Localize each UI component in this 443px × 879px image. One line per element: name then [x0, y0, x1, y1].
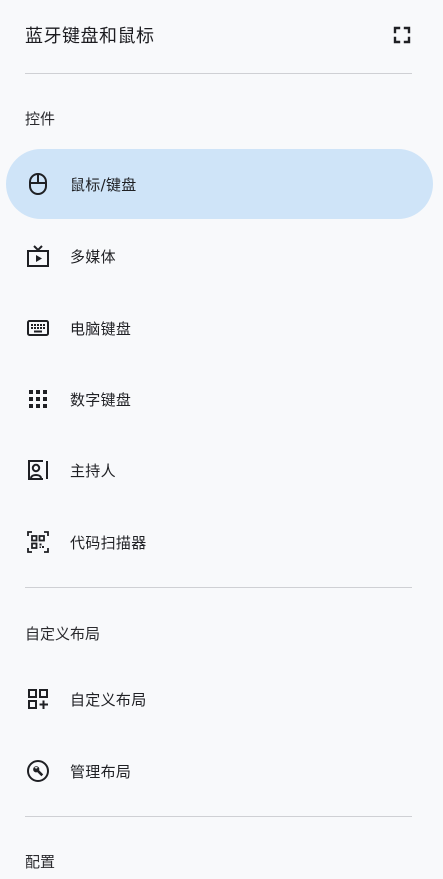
nav-item-presenter[interactable]: 主持人: [6, 435, 433, 505]
nav-item-manage-layouts[interactable]: 管理布局: [6, 736, 433, 806]
drawer-header: 蓝牙键盘和鼠标: [25, 20, 415, 52]
nav-item-computer-keyboard[interactable]: 电脑键盘: [6, 293, 433, 363]
section-title-config: 配置: [25, 853, 56, 871]
navigation-drawer: 蓝牙键盘和鼠标 控件 鼠标/键盘 多媒体 电脑键盘 数字键盘 主持人 代码扫描器…: [0, 0, 443, 879]
dialpad-icon: [26, 387, 50, 411]
tv-play-icon: [26, 244, 50, 268]
nav-item-label: 数字键盘: [70, 391, 132, 409]
fullscreen-icon: [393, 26, 411, 44]
divider-controls: [25, 587, 412, 588]
nav-item-custom-layout[interactable]: 自定义布局: [6, 664, 433, 734]
qr-scanner-icon: [26, 530, 50, 554]
app-title: 蓝牙键盘和鼠标: [25, 26, 155, 47]
nav-item-label: 鼠标/键盘: [70, 176, 137, 194]
divider-custom-layout: [25, 816, 412, 817]
keyboard-icon: [26, 316, 50, 340]
nav-item-label: 多媒体: [70, 248, 116, 266]
section-title-custom-layout: 自定义布局: [25, 625, 101, 643]
wrench-icon: [26, 759, 50, 783]
nav-item-multimedia[interactable]: 多媒体: [6, 221, 433, 291]
divider-header: [25, 73, 412, 74]
fullscreen-button[interactable]: [389, 22, 415, 48]
presenter-icon: [26, 458, 50, 482]
nav-item-label: 代码扫描器: [70, 534, 147, 552]
nav-item-mouse-keyboard[interactable]: 鼠标/键盘: [6, 149, 433, 219]
nav-item-code-scanner[interactable]: 代码扫描器: [6, 507, 433, 577]
nav-item-label: 管理布局: [70, 763, 132, 781]
nav-item-label: 电脑键盘: [70, 320, 132, 338]
add-layout-icon: [26, 687, 50, 711]
section-title-controls: 控件: [25, 110, 56, 128]
nav-item-label: 自定义布局: [70, 691, 147, 709]
nav-item-numeric-keypad[interactable]: 数字键盘: [6, 364, 433, 434]
nav-item-label: 主持人: [70, 462, 116, 480]
mouse-icon: [26, 172, 50, 196]
